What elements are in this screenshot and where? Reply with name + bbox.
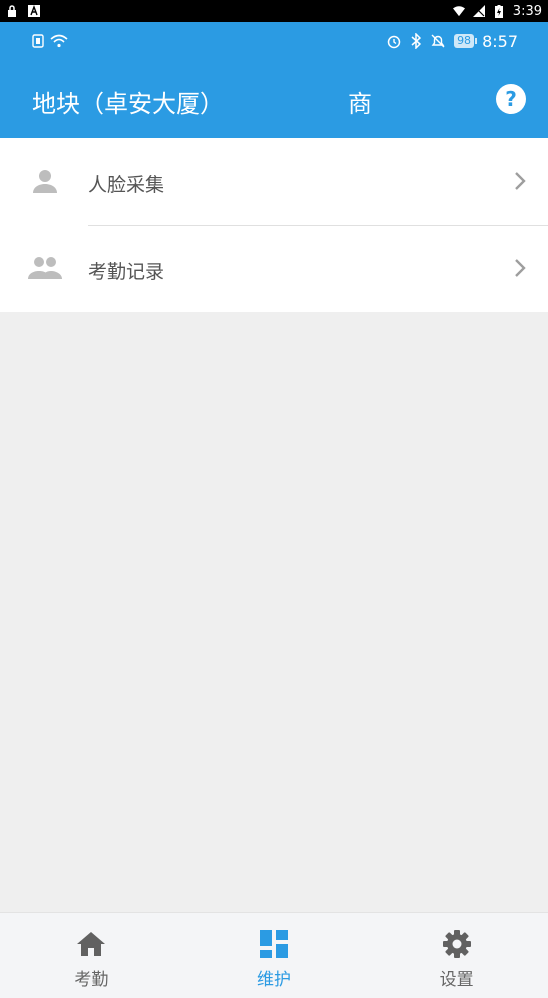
list-item-face-capture[interactable]: 人脸采集 [0,138,548,226]
nav-label: 考勤 [74,970,109,990]
toolbar: 地块（卓安大厦） 商 ? [0,70,548,130]
nav-item-attendance[interactable]: 考勤 [0,913,183,998]
page-title-extra: 商 [348,90,372,118]
battery-charging-icon [493,4,505,18]
nav-label: 设置 [439,970,474,990]
nav-label: 维护 [257,970,291,990]
nav-item-settings[interactable]: 设置 [365,913,548,998]
people-icon [28,253,62,283]
alarm-icon [386,35,402,49]
lock-icon [6,5,18,17]
battery-level: 98 [454,34,478,48]
chevron-right-icon [510,257,530,279]
system-time: 3:39 [512,3,542,19]
list-item-attendance-records[interactable]: 考勤记录 [0,225,548,312]
wifi-icon [50,34,68,48]
help-button[interactable]: ? [496,84,526,114]
app-notification-icon [28,5,40,17]
help-icon: ? [505,87,517,111]
nav-item-maintenance[interactable]: 维护 [183,913,366,998]
list-item-label: 考勤记录 [88,261,165,283]
page-title: 地块（卓安大厦） [32,90,224,118]
sim-icon [32,34,44,48]
bottom-navigation: 考勤 维护 设置 [0,912,548,998]
no-signal-icon [472,5,485,17]
dashboard-icon [259,929,289,959]
inner-status-bar: 98 8:57 [0,22,548,60]
inner-time: 8:57 [482,31,518,51]
app-screen: 3:39 98 8:57 地块（卓安大厦） 商 ? 人脸采集 考勤记录 考勤 维… [0,0,548,998]
gear-icon [442,929,472,959]
app-header: 98 8:57 地块（卓安大厦） 商 ? [0,22,548,138]
home-icon [76,929,106,959]
bluetooth-icon [410,33,422,49]
wifi-icon [452,5,465,17]
chevron-right-icon [510,170,530,192]
bell-off-icon [430,34,446,48]
list-item-label: 人脸采集 [88,174,165,196]
person-icon [28,166,62,196]
system-status-bar: 3:39 [0,0,548,22]
menu-list: 人脸采集 考勤记录 [0,138,548,312]
